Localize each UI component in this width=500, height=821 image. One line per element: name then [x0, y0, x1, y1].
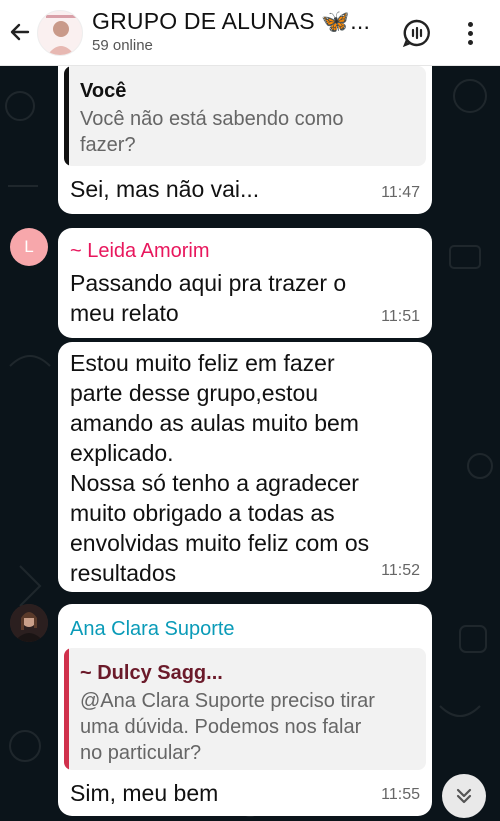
- quote-text-line1: Você não está sabendo como: [80, 108, 344, 130]
- message-line: Passando aqui pra trazer o: [70, 270, 347, 296]
- group-call-button[interactable]: [402, 18, 432, 48]
- avatar-ana-clara[interactable]: [10, 604, 48, 642]
- online-count: 59 online: [92, 37, 153, 54]
- more-vertical-icon: [467, 21, 473, 27]
- message-text: Sei, mas não vai...: [70, 176, 260, 202]
- chat-header: GRUPO DE ALUNAS 🦋... 59 online: [0, 0, 500, 66]
- avatar-leida[interactable]: L: [10, 228, 48, 266]
- chat-area[interactable]: Você Você não está sabendo como fazer? S…: [0, 66, 500, 821]
- message-line: meu relato: [70, 300, 179, 326]
- message-line: muito obrigado a todas as: [70, 500, 335, 526]
- more-options-button[interactable]: [458, 18, 482, 48]
- message-line: envolvidas muito feliz com os: [70, 530, 370, 556]
- quoted-message[interactable]: ~ Dulcy Sagg... @Ana Clara Suporte preci…: [64, 648, 426, 770]
- message-bubble-2[interactable]: ~ Leida Amorim Passando aqui pra trazer …: [58, 228, 432, 338]
- quote-bar: [64, 648, 69, 770]
- quote-bar: [64, 66, 69, 166]
- message-bubble-4[interactable]: Ana Clara Suporte ~ Dulcy Sagg... @Ana C…: [58, 604, 432, 816]
- message-line: parte desse grupo,estou: [70, 380, 319, 406]
- message-line: Estou muito feliz em fazer: [70, 350, 335, 376]
- quote-author: ~ Dulcy Sagg...: [80, 662, 223, 684]
- scroll-to-bottom-button[interactable]: [442, 774, 486, 818]
- header-title-area[interactable]: GRUPO DE ALUNAS 🦋... 59 online: [92, 6, 392, 56]
- quote-text-line2: uma dúvida. Podemos nos falar: [80, 716, 362, 738]
- message-time: 11:55: [381, 786, 420, 803]
- message-time: 11:51: [381, 308, 420, 325]
- message-bubble-1[interactable]: Você Você não está sabendo como fazer? S…: [58, 66, 432, 214]
- quoted-message[interactable]: Você Você não está sabendo como fazer?: [64, 66, 426, 166]
- message-text: Sim, meu bem: [70, 780, 219, 806]
- group-call-icon: [402, 19, 430, 48]
- message-line: explicado.: [70, 440, 174, 466]
- quote-author: Você: [80, 80, 127, 102]
- arrow-left-icon: [10, 23, 30, 41]
- message-line: amando as aulas muito bem: [70, 410, 359, 436]
- group-avatar[interactable]: [37, 10, 83, 56]
- sender-name[interactable]: Ana Clara Suporte: [70, 614, 235, 644]
- message-bubble-3[interactable]: Estou muito feliz em fazer parte desse g…: [58, 342, 432, 592]
- double-chevron-down-icon: [456, 788, 472, 804]
- message-time: 11:47: [381, 184, 420, 201]
- back-button[interactable]: [6, 18, 34, 46]
- group-title: GRUPO DE ALUNAS 🦋...: [92, 8, 371, 34]
- message-time: 11:52: [381, 562, 420, 579]
- sender-name[interactable]: ~ Leida Amorim: [70, 236, 210, 266]
- message-line: resultados: [70, 560, 177, 586]
- quote-text-line1: @Ana Clara Suporte preciso tirar: [80, 690, 375, 712]
- avatar-letter: L: [24, 237, 34, 256]
- message-line: Nossa só tenho a agradecer: [70, 470, 359, 496]
- quote-text-line3: no particular?: [80, 742, 202, 764]
- quote-text-line2: fazer?: [80, 134, 136, 156]
